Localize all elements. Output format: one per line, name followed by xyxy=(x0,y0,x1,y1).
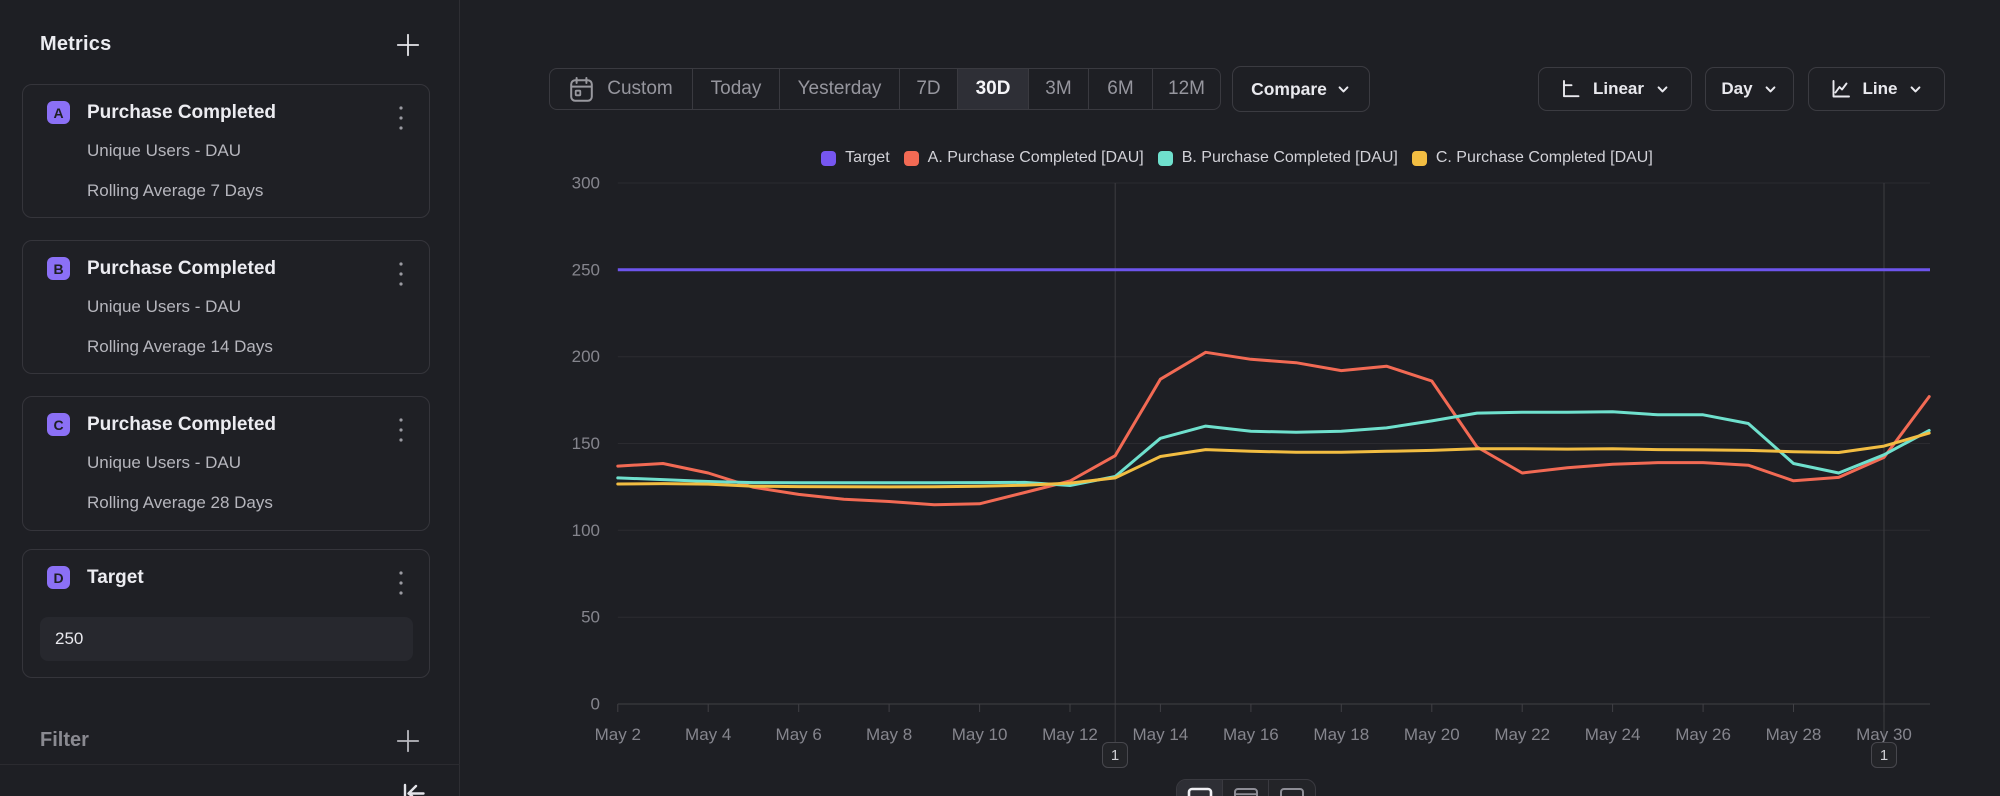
svg-text:50: 50 xyxy=(581,608,600,627)
svg-text:100: 100 xyxy=(572,521,600,540)
svg-text:May 8: May 8 xyxy=(866,725,912,744)
svg-text:May 16: May 16 xyxy=(1223,725,1279,744)
svg-text:300: 300 xyxy=(572,174,600,193)
svg-text:May 24: May 24 xyxy=(1585,725,1641,744)
svg-text:250: 250 xyxy=(572,260,600,279)
svg-text:May 10: May 10 xyxy=(952,725,1008,744)
svg-text:May 6: May 6 xyxy=(776,725,822,744)
svg-text:May 18: May 18 xyxy=(1313,725,1369,744)
svg-text:May 2: May 2 xyxy=(595,725,641,744)
svg-text:May 26: May 26 xyxy=(1675,725,1731,744)
svg-text:May 22: May 22 xyxy=(1494,725,1550,744)
svg-text:150: 150 xyxy=(572,434,600,453)
svg-text:May 14: May 14 xyxy=(1133,725,1189,744)
svg-text:0: 0 xyxy=(591,695,600,714)
svg-text:May 4: May 4 xyxy=(685,725,731,744)
svg-text:May 12: May 12 xyxy=(1042,725,1098,744)
svg-text:May 20: May 20 xyxy=(1404,725,1460,744)
svg-text:May 28: May 28 xyxy=(1766,725,1822,744)
svg-text:200: 200 xyxy=(572,347,600,366)
